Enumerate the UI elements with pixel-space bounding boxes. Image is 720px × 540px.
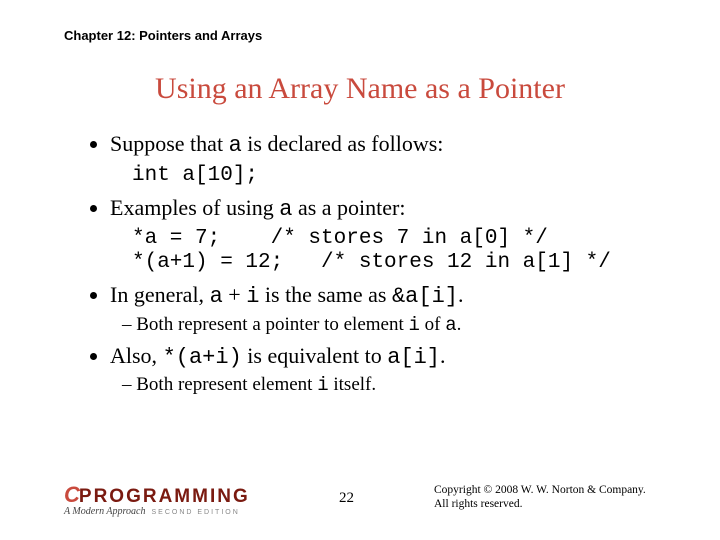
footer: CPROGRAMMING A Modern Approach SECOND EDI…	[64, 482, 690, 522]
inline-code: &a[i]	[392, 284, 458, 309]
text: .	[457, 314, 462, 335]
text: In general,	[110, 282, 210, 307]
text: as a pointer:	[292, 195, 405, 220]
bullet-4: Also, *(a+i) is equivalent to a[i]. Both…	[110, 342, 678, 398]
text: is the same as	[259, 282, 392, 307]
text: .	[440, 343, 446, 368]
text: Both represent a pointer to element	[136, 314, 408, 335]
copyright-line1: Copyright © 2008 W. W. Norton & Company.	[434, 484, 646, 498]
code-block-2: *a = 7; /* stores 7 in a[0] */ *(a+1) = …	[132, 227, 678, 275]
sub-bullet: Both represent element i itself.	[122, 373, 678, 398]
text: +	[223, 282, 246, 307]
text: Suppose that	[110, 131, 229, 156]
slide-title: Using an Array Name as a Pointer	[0, 72, 720, 106]
chapter-label: Chapter 12: Pointers and Arrays	[64, 28, 262, 43]
inline-code: i	[317, 374, 328, 396]
text: .	[458, 282, 464, 307]
text: is declared as follows:	[242, 131, 444, 156]
page-number: 22	[339, 490, 354, 507]
inline-code: a	[445, 314, 456, 336]
text: Both represent element	[136, 374, 317, 395]
logo-edition: SECOND EDITION	[151, 509, 239, 516]
slide-body: Suppose that a is declared as follows: i…	[88, 130, 678, 402]
logo-subtitle: A Modern Approach	[64, 506, 145, 517]
inline-code: a	[229, 133, 242, 158]
bullet-1: Suppose that a is declared as follows: i…	[110, 130, 678, 188]
logo-c: C	[64, 482, 79, 507]
inline-code: a	[279, 197, 292, 222]
inline-code: *(a+i)	[163, 345, 242, 370]
book-logo: CPROGRAMMING A Modern Approach SECOND EDI…	[64, 482, 264, 517]
code-block-1: int a[10];	[132, 164, 678, 188]
copyright: Copyright © 2008 W. W. Norton & Company.…	[434, 484, 646, 512]
inline-code: i	[246, 284, 259, 309]
text: of	[420, 314, 445, 335]
copyright-line2: All rights reserved.	[434, 498, 646, 512]
inline-code: a[i]	[387, 345, 440, 370]
logo-text: PROGRAMMING	[79, 486, 250, 507]
text: Also,	[110, 343, 163, 368]
sub-bullet: Both represent a pointer to element i of…	[122, 313, 678, 338]
inline-code: i	[409, 314, 420, 336]
text: is equivalent to	[242, 343, 387, 368]
bullet-3: In general, a + i is the same as &a[i]. …	[110, 281, 678, 337]
bullet-2: Examples of using a as a pointer: *a = 7…	[110, 194, 678, 276]
text: Examples of using	[110, 195, 279, 220]
inline-code: a	[210, 284, 223, 309]
text: itself.	[329, 374, 377, 395]
